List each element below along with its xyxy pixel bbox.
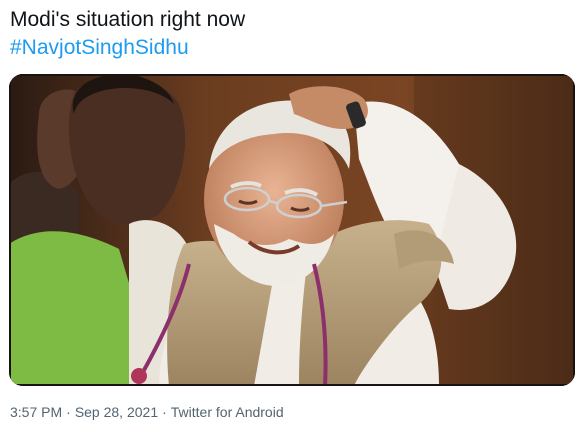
tweet-photo[interactable]: [9, 74, 575, 386]
tweet-meta: 3:57 PM · Sep 28, 2021 · Twitter for Android: [10, 402, 284, 422]
meta-separator: ·: [66, 404, 71, 420]
tweet: Modi's situation right now #NavjotSinghS…: [0, 0, 585, 437]
tweet-text-line: Modi's situation right now: [10, 8, 246, 31]
photo-illustration: [9, 74, 575, 386]
meta-separator: ·: [162, 404, 167, 420]
tweet-text: Modi's situation right now #NavjotSinghS…: [10, 6, 245, 62]
tweet-time-link[interactable]: 3:57 PM: [10, 404, 62, 420]
hashtag-link[interactable]: #NavjotSinghSidhu: [10, 34, 245, 62]
tweet-date-link[interactable]: Sep 28, 2021: [75, 404, 158, 420]
tweet-source-link[interactable]: Twitter for Android: [171, 404, 284, 420]
